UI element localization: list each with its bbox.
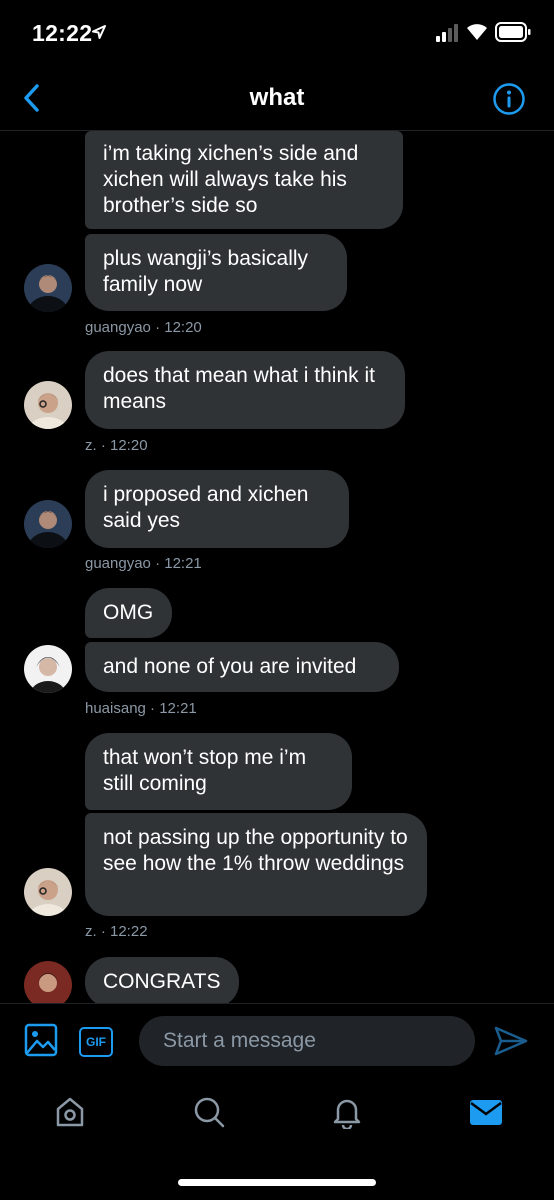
message-list[interactable]: i’m taking xichen’s side and xichen will… [0, 131, 554, 1003]
bell-icon [333, 1099, 361, 1129]
tab-search[interactable] [189, 1092, 229, 1132]
battery-icon [495, 22, 531, 42]
message-meta: z. · 12:20 [85, 437, 148, 454]
avatar-z[interactable] [24, 868, 72, 916]
location-arrow-icon [92, 25, 106, 39]
message-meta: z. · 12:22 [85, 923, 148, 940]
message-bubble[interactable]: CONGRATS [85, 957, 239, 1003]
message-bubble[interactable]: plus wangji’s basically family now [85, 234, 347, 311]
gif-button[interactable]: GIF [79, 1027, 113, 1057]
conversation-title: what [249, 84, 305, 111]
send-icon[interactable] [494, 1026, 528, 1056]
tab-notifications[interactable] [327, 1092, 367, 1132]
tab-messages[interactable] [466, 1092, 506, 1132]
home-indicator[interactable] [178, 1179, 376, 1186]
avatar-z[interactable] [24, 381, 72, 429]
info-icon[interactable] [492, 82, 526, 116]
avatar-image [24, 961, 72, 1003]
avatar-guangyao[interactable] [24, 264, 72, 312]
wifi-icon [467, 24, 487, 40]
cellular-signal-icon [436, 24, 458, 42]
message-bubble[interactable]: OMG [85, 588, 172, 638]
mail-icon [470, 1100, 502, 1125]
message-meta: huaisang · 12:21 [85, 700, 197, 717]
image-icon[interactable] [24, 1023, 58, 1057]
avatar-image [24, 381, 72, 429]
home-icon [56, 1097, 84, 1127]
message-bubble[interactable]: not passing up the opportunity to see ho… [85, 813, 427, 916]
message-bubble[interactable]: and none of you are invited [85, 642, 399, 692]
message-meta: guangyao · 12:20 [85, 319, 202, 336]
status-bar: 12:22 [0, 0, 554, 66]
message-bubble[interactable]: i’m taking xichen’s side and xichen will… [85, 131, 403, 229]
status-time: 12:22 [32, 20, 93, 46]
avatar-image [24, 500, 72, 548]
avatar-guangyao[interactable] [24, 500, 72, 548]
message-meta: guangyao · 12:21 [85, 555, 202, 572]
message-input[interactable] [139, 1016, 475, 1066]
avatar-image [24, 645, 72, 693]
avatar-image [24, 264, 72, 312]
message-bubble[interactable]: i proposed and xichen said yes [85, 470, 349, 548]
avatar-image [24, 868, 72, 916]
conversation-header: what [0, 66, 554, 131]
tab-home[interactable] [50, 1092, 90, 1132]
search-icon [194, 1097, 225, 1128]
message-bubble[interactable]: does that mean what i think it means [85, 351, 405, 429]
message-composer: GIF [0, 1003, 554, 1076]
message-bubble[interactable]: that won’t stop me i’m still coming [85, 733, 352, 810]
avatar-participant[interactable] [24, 961, 72, 1003]
avatar-huaisang[interactable] [24, 645, 72, 693]
